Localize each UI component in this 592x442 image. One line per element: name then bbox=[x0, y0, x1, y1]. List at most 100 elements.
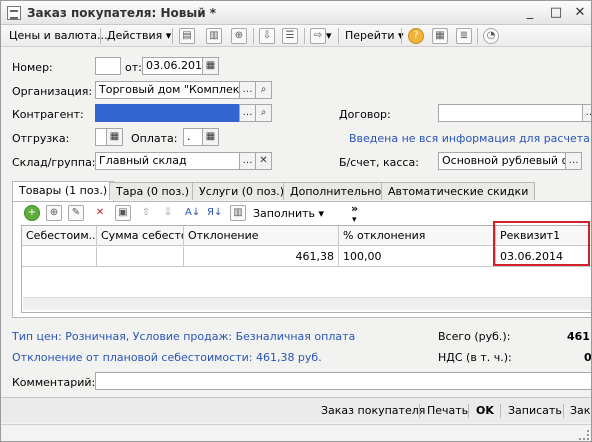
counterparty-field[interactable] bbox=[95, 104, 240, 122]
fill-document-icon[interactable]: ⇩ bbox=[259, 28, 275, 44]
comment-input[interactable] bbox=[95, 372, 591, 390]
close-button[interactable]: Зак bbox=[570, 403, 590, 419]
tab-auto-discounts[interactable]: Автоматические скидки bbox=[381, 182, 536, 200]
column-header-deviation-pct[interactable]: % отклонения bbox=[339, 226, 496, 246]
organization-field[interactable]: Торговый дом "Комплексный" bbox=[95, 81, 240, 99]
button-separator bbox=[500, 404, 501, 418]
add-row-icon[interactable]: + bbox=[24, 205, 40, 221]
contract-field[interactable] bbox=[438, 104, 583, 122]
copy-row-icon[interactable]: ⊕ bbox=[46, 205, 62, 221]
toolbar-separator bbox=[253, 28, 254, 44]
number-label: Номер: bbox=[12, 61, 53, 74]
tab-additional[interactable]: Дополнительно bbox=[283, 182, 389, 200]
clock-icon[interactable]: ◔ bbox=[483, 28, 499, 44]
table-settings-icon[interactable]: ▦ bbox=[432, 28, 448, 44]
document-icon bbox=[7, 6, 21, 20]
select-ellipsis-button[interactable]: … bbox=[565, 152, 582, 170]
incomplete-info-link[interactable]: Введена не вся информация для расчета до… bbox=[349, 132, 591, 145]
horizontal-scrollbar[interactable] bbox=[23, 297, 591, 310]
calendar-icon[interactable]: ▦ bbox=[202, 128, 219, 146]
sort-descending-icon[interactable]: Я↓ bbox=[206, 205, 222, 221]
tab-services[interactable]: Услуги (0 поз.) bbox=[192, 182, 292, 200]
prices-currency-button[interactable]: Цены и валюта... bbox=[9, 28, 107, 44]
account-field[interactable]: Основной рублевый счет bbox=[438, 152, 566, 170]
toolbar-separator bbox=[477, 28, 478, 44]
select-ellipsis-button[interactable]: … bbox=[239, 104, 256, 122]
comment-label: Комментарий: bbox=[12, 376, 96, 389]
toolbar-separator bbox=[338, 28, 339, 44]
payment-date-input[interactable]: . bbox=[183, 128, 203, 146]
cell-deviation-pct[interactable]: 100,00 bbox=[339, 247, 496, 267]
bottom-bar: Заказ покупателя Печать OK Записать Зак bbox=[1, 397, 591, 423]
total-value: 461 bbox=[567, 330, 590, 343]
vat-label: НДС (в т. ч.): bbox=[438, 351, 512, 364]
number-input[interactable] bbox=[95, 57, 121, 75]
search-icon[interactable]: ⌕ bbox=[255, 104, 272, 122]
button-separator bbox=[563, 404, 564, 418]
cell-deviation[interactable]: 461,38 bbox=[184, 247, 339, 267]
sort-ascending-icon[interactable]: A↓ bbox=[184, 205, 200, 221]
form-toolbar: Цены и валюта... Действия ▾ ▤ ▥ ⊕ ⇩ ☰ ⇨ … bbox=[1, 25, 591, 47]
select-ellipsis-button[interactable]: … bbox=[239, 81, 256, 99]
date-input[interactable]: 03.06.2014 bbox=[142, 57, 203, 75]
payment-label: Оплата: bbox=[131, 132, 178, 145]
barcode-icon[interactable]: ▥ bbox=[230, 205, 246, 221]
resize-grip-icon[interactable] bbox=[579, 430, 589, 440]
save-button[interactable]: Записать bbox=[508, 403, 562, 419]
title-bar: Заказ покупателя: Новый * _ □ ✕ bbox=[1, 1, 591, 25]
price-type-link[interactable]: Тип цен: Розничная, Условие продаж: Безн… bbox=[12, 330, 355, 343]
based-on-dropdown-icon[interactable]: ▾ bbox=[326, 28, 332, 44]
search-icon[interactable]: ⌕ bbox=[255, 81, 272, 99]
move-down-icon[interactable]: ⇩ bbox=[160, 205, 176, 221]
actions-label: Действия bbox=[107, 29, 163, 42]
cell-cost-sum[interactable] bbox=[97, 247, 184, 267]
delete-row-icon[interactable]: ✕ bbox=[92, 205, 108, 221]
column-header-cost-sum[interactable]: Сумма себесто... bbox=[97, 226, 184, 246]
calendar-icon[interactable]: ▦ bbox=[106, 128, 123, 146]
tab-goods[interactable]: Товары (1 поз.) bbox=[12, 181, 115, 202]
chevron-down-icon: ▾ bbox=[165, 29, 172, 42]
toolbar-separator bbox=[100, 28, 101, 44]
goto-label: Перейти bbox=[345, 29, 395, 42]
fill-label: Заполнить bbox=[253, 207, 315, 220]
close-icon[interactable]: ✕ bbox=[571, 4, 589, 21]
total-label: Всего (руб.): bbox=[438, 330, 511, 343]
deviation-link[interactable]: Отклонение от плановой себестоимости: 46… bbox=[12, 351, 322, 364]
warehouse-label: Склад/группа: bbox=[12, 156, 96, 169]
calendar-icon[interactable]: ▦ bbox=[202, 57, 219, 75]
goto-menu-button[interactable]: Перейти ▾ bbox=[345, 28, 404, 44]
post-document-icon[interactable]: ▤ bbox=[179, 28, 195, 44]
move-up-icon[interactable]: ⇧ bbox=[138, 205, 154, 221]
list-view-icon[interactable]: ≣ bbox=[456, 28, 472, 44]
clear-icon[interactable]: ✕ bbox=[255, 152, 272, 170]
copy-document-icon[interactable]: ⊕ bbox=[231, 28, 247, 44]
ok-button[interactable]: OK bbox=[476, 403, 494, 419]
help-icon[interactable]: ? bbox=[408, 28, 424, 44]
button-separator bbox=[419, 404, 420, 418]
cell-cost[interactable] bbox=[22, 247, 97, 267]
highlight-frame bbox=[493, 221, 590, 266]
column-header-deviation[interactable]: Отклонение bbox=[184, 226, 339, 246]
column-header-cost[interactable]: Себестоим... bbox=[22, 226, 97, 246]
maximize-icon[interactable]: □ bbox=[547, 4, 565, 21]
toolbar-separator bbox=[172, 28, 173, 44]
select-ellipsis-button[interactable]: … bbox=[582, 104, 591, 122]
counterparty-label: Контрагент: bbox=[12, 108, 84, 121]
edit-row-icon[interactable]: ✎ bbox=[68, 205, 84, 221]
create-based-on-icon[interactable]: ⇨ bbox=[310, 28, 326, 44]
order-print-form-button[interactable]: Заказ покупателя bbox=[321, 403, 425, 419]
select-ellipsis-button[interactable]: … bbox=[239, 152, 256, 170]
unpost-document-icon[interactable]: ▥ bbox=[206, 28, 222, 44]
button-separator bbox=[468, 404, 469, 418]
date-from-label: от: bbox=[125, 61, 142, 74]
vat-value: 0 bbox=[584, 351, 592, 364]
end-edit-icon[interactable]: ▣ bbox=[115, 205, 131, 221]
actions-menu-button[interactable]: Действия ▾ bbox=[107, 28, 171, 44]
warehouse-field[interactable]: Главный склад bbox=[95, 152, 240, 170]
tab-containers[interactable]: Тара (0 поз.) bbox=[109, 182, 197, 200]
fill-menu-button[interactable]: Заполнить ▾ bbox=[253, 206, 324, 222]
structure-icon[interactable]: ☰ bbox=[282, 28, 298, 44]
print-button[interactable]: Печать bbox=[427, 403, 468, 419]
minimize-icon[interactable]: _ bbox=[521, 4, 539, 21]
window-title: Заказ покупателя: Новый * bbox=[27, 6, 217, 20]
